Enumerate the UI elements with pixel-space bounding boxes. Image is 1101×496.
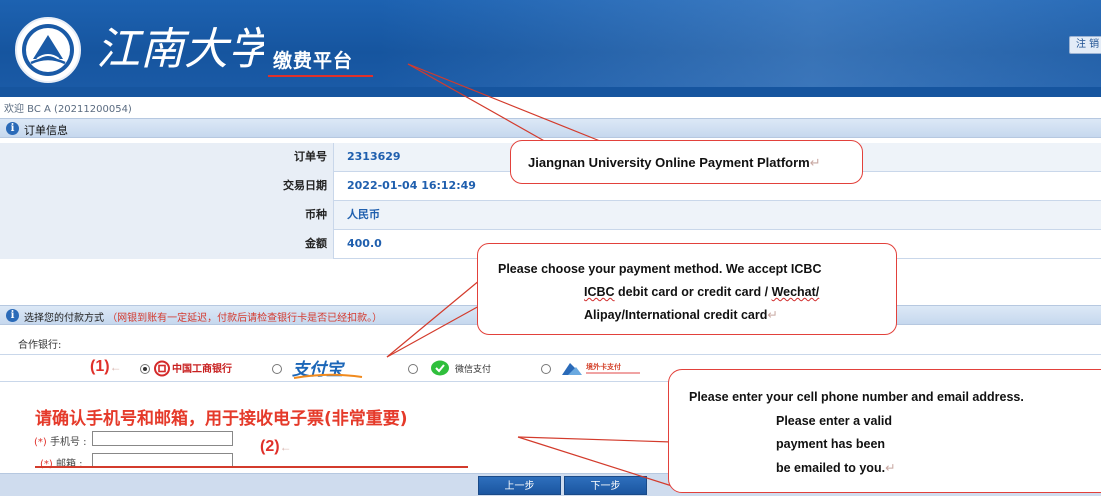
header-strip xyxy=(0,87,1101,97)
contact-callout-line1: Please enter your cell phone number and … xyxy=(689,390,1024,404)
icbc-option[interactable]: 中国工商银行 xyxy=(154,360,236,380)
contact-callout-line2: Please enter a valid xyxy=(776,414,893,428)
wechat-option[interactable]: 微信支付 xyxy=(431,359,503,380)
payment-delay-warning: （网银到账有一定延迟，付款后请检查银行卡是否已经扣款。） xyxy=(107,313,383,324)
order-date-value: 2022-01-04 16:12:49 xyxy=(347,179,476,192)
payment-section-title: 选择您的付款方式 xyxy=(24,313,104,324)
email-label-text: 邮箱 : xyxy=(56,459,83,470)
university-emblem-icon xyxy=(15,17,81,83)
order-section-header: i 订单信息 xyxy=(0,118,1101,138)
required-mark: (*) xyxy=(34,437,47,448)
payment-callout-line2: ICBC debit card or credit card / Wechat/ xyxy=(584,285,820,299)
order-amount-value: 400.0 xyxy=(347,237,382,250)
logout-button[interactable]: 注 销 xyxy=(1069,36,1101,54)
phone-input[interactable] xyxy=(92,431,233,446)
info-icon: i xyxy=(6,309,19,322)
prev-step-button[interactable]: 上一步 xyxy=(478,476,561,495)
payment-section-title-wrap: 选择您的付款方式 （网银到账有一定延迟，付款后请检查银行卡是否已经扣款。） xyxy=(24,309,382,324)
alipay-option[interactable]: 支付宝 xyxy=(292,358,364,383)
radio-icbc[interactable] xyxy=(140,364,150,374)
platform-name-callout: Jiangnan University Online Payment Platf… xyxy=(510,140,863,184)
intl-card-option[interactable]: 境外卡支付 xyxy=(560,359,660,382)
required-mark: (*) xyxy=(40,459,53,470)
icbc-label: 中国工商银行 xyxy=(172,362,232,375)
radio-wechat[interactable] xyxy=(408,364,418,374)
platform-title: 缴费平台 xyxy=(273,50,354,72)
intl-card-label: 境外卡支付 xyxy=(586,362,621,371)
wechat-pay-icon xyxy=(431,360,449,376)
order-number-value: 2313629 xyxy=(347,150,401,163)
phone-label-text: 手机号 : xyxy=(50,437,87,448)
icbc-logo-icon xyxy=(154,360,170,377)
order-row-currency: 币种 人民币 xyxy=(0,201,1101,230)
header-banner: 江南大学 缴费平台 注 销 xyxy=(0,0,1101,87)
platform-name-callout-text: Jiangnan University Online Payment Platf… xyxy=(528,155,810,170)
payment-method-callout: Please choose your payment method. We ac… xyxy=(477,243,897,335)
contact-callout-line3: payment has been xyxy=(776,437,886,451)
order-amount-label: 金额 xyxy=(0,230,334,259)
welcome-text: 欢迎 BC A (20211200054) xyxy=(4,104,132,115)
marker-2: (2)← xyxy=(260,438,292,455)
order-section-title: 订单信息 xyxy=(24,124,68,137)
header-glow xyxy=(380,0,1101,87)
marker-1: (1)← xyxy=(90,358,122,375)
next-step-button[interactable]: 下一步 xyxy=(564,476,647,495)
payment-callout-line3: Alipay/International credit card↵ xyxy=(584,308,778,322)
info-icon: i xyxy=(6,122,19,135)
contact-callout-line4: be emailed to you.↵ xyxy=(776,461,896,475)
payment-page: 江南大学 缴费平台 注 销 欢迎 BC A (20211200054) i 订单… xyxy=(0,0,1101,496)
payment-callout-line1: Please choose your payment method. We ac… xyxy=(498,262,822,276)
radio-intl-card[interactable] xyxy=(541,364,551,374)
contact-info-callout: Please enter your cell phone number and … xyxy=(668,369,1101,493)
order-number-label: 订单号 xyxy=(0,143,334,172)
wechat-label: 微信支付 xyxy=(455,363,491,375)
contact-confirm-notice: 请确认手机号和邮箱，用于接收电子票(非常重要) xyxy=(35,409,408,429)
platform-title-underline xyxy=(268,75,373,77)
logo-calligraphy-text: 江南大学 xyxy=(96,24,264,75)
university-name-logo: 江南大学 xyxy=(94,18,277,76)
partner-bank-label: 合作银行: xyxy=(18,340,62,351)
order-date-label: 交易日期 xyxy=(0,172,334,201)
order-currency-label: 币种 xyxy=(0,201,334,230)
radio-alipay[interactable] xyxy=(272,364,282,374)
notice-underline xyxy=(35,466,468,468)
order-currency-value: 人民币 xyxy=(347,208,380,221)
phone-field-label: (*) 手机号 : xyxy=(34,433,87,448)
